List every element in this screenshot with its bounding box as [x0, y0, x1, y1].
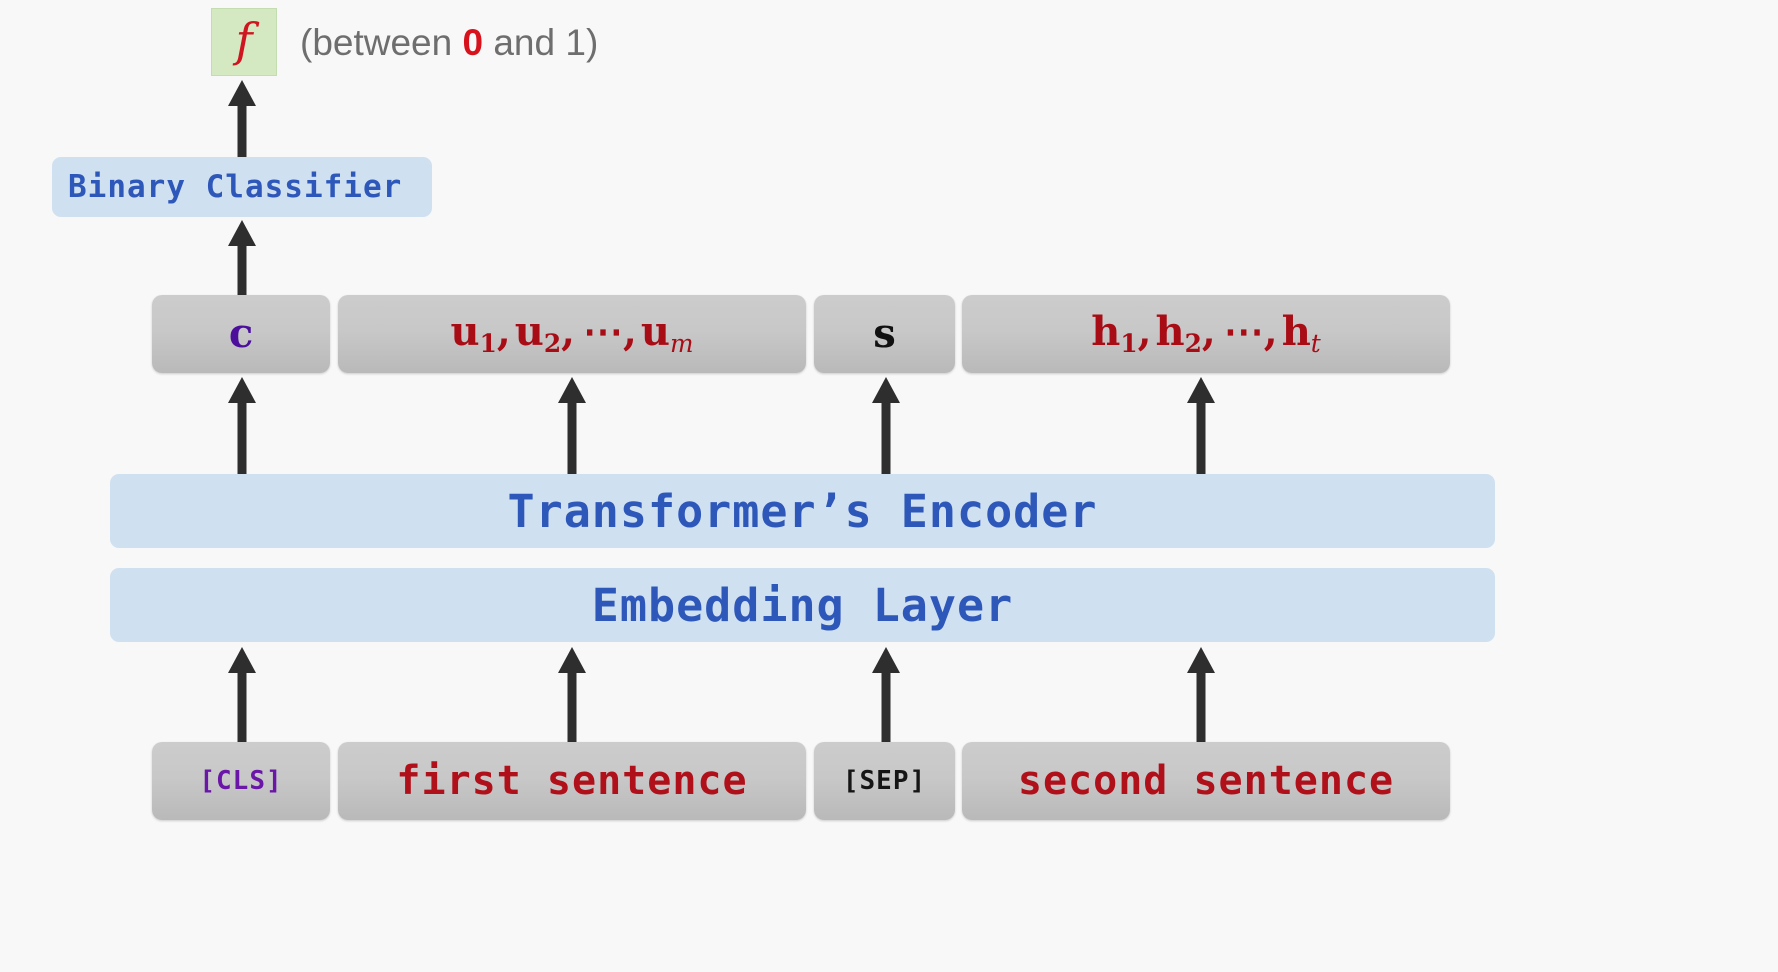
arrow-c-to-classifier	[222, 218, 262, 298]
arrow-first-sentence-to-embedding	[552, 645, 592, 743]
token-label-s: s	[873, 310, 896, 357]
input-label-cls: [CLS]	[199, 766, 283, 796]
input-label-sep: [SEP]	[842, 766, 927, 796]
token-box-c[interactable]: c	[152, 295, 330, 373]
token-label-h-vectors: h1, h2, ⋯, ht	[1091, 307, 1321, 358]
input-box-second-sentence[interactable]: second sentence	[962, 742, 1450, 820]
binary-classifier-label: Binary Classifier	[68, 169, 403, 205]
caption-prefix: (between	[300, 22, 463, 63]
token-label-u-vectors: u1, u2, ⋯, um	[450, 307, 694, 358]
output-f-symbol: f	[235, 13, 253, 67]
output-range-caption: (between 0 and 1)	[300, 19, 598, 67]
input-box-sep[interactable]: [SEP]	[814, 742, 955, 820]
token-label-c: c	[228, 310, 254, 357]
binary-classifier-box[interactable]: Binary Classifier	[52, 157, 432, 217]
token-box-h-vectors[interactable]: h1, h2, ⋯, ht	[962, 295, 1450, 373]
token-box-s[interactable]: s	[814, 295, 955, 373]
embedding-layer-panel[interactable]: Embedding Layer	[110, 568, 1495, 642]
caption-zero-value: 0	[462, 22, 484, 63]
diagram-canvas: f (between 0 and 1) Binary Classifier c …	[0, 0, 1778, 972]
input-box-first-sentence[interactable]: first sentence	[338, 742, 806, 820]
arrow-encoder-to-h	[1181, 375, 1221, 475]
arrow-encoder-to-u	[552, 375, 592, 475]
arrow-sep-to-embedding	[866, 645, 906, 743]
input-label-first-sentence: first sentence	[396, 758, 748, 804]
token-box-u-vectors[interactable]: u1, u2, ⋯, um	[338, 295, 806, 373]
arrow-classifier-to-output	[222, 78, 262, 160]
input-box-cls[interactable]: [CLS]	[152, 742, 330, 820]
input-label-second-sentence: second sentence	[1017, 758, 1395, 804]
embedding-layer-label: Embedding Layer	[591, 578, 1014, 632]
transformer-encoder-label: Transformer’s Encoder	[507, 484, 1098, 538]
arrow-cls-to-embedding	[222, 645, 262, 743]
output-score-box: f	[211, 8, 277, 76]
transformer-encoder-panel[interactable]: Transformer’s Encoder	[110, 474, 1495, 548]
arrow-second-sentence-to-embedding	[1181, 645, 1221, 743]
caption-suffix: and 1)	[483, 22, 599, 63]
arrow-encoder-to-s	[866, 375, 906, 475]
arrow-encoder-to-c	[222, 375, 262, 475]
